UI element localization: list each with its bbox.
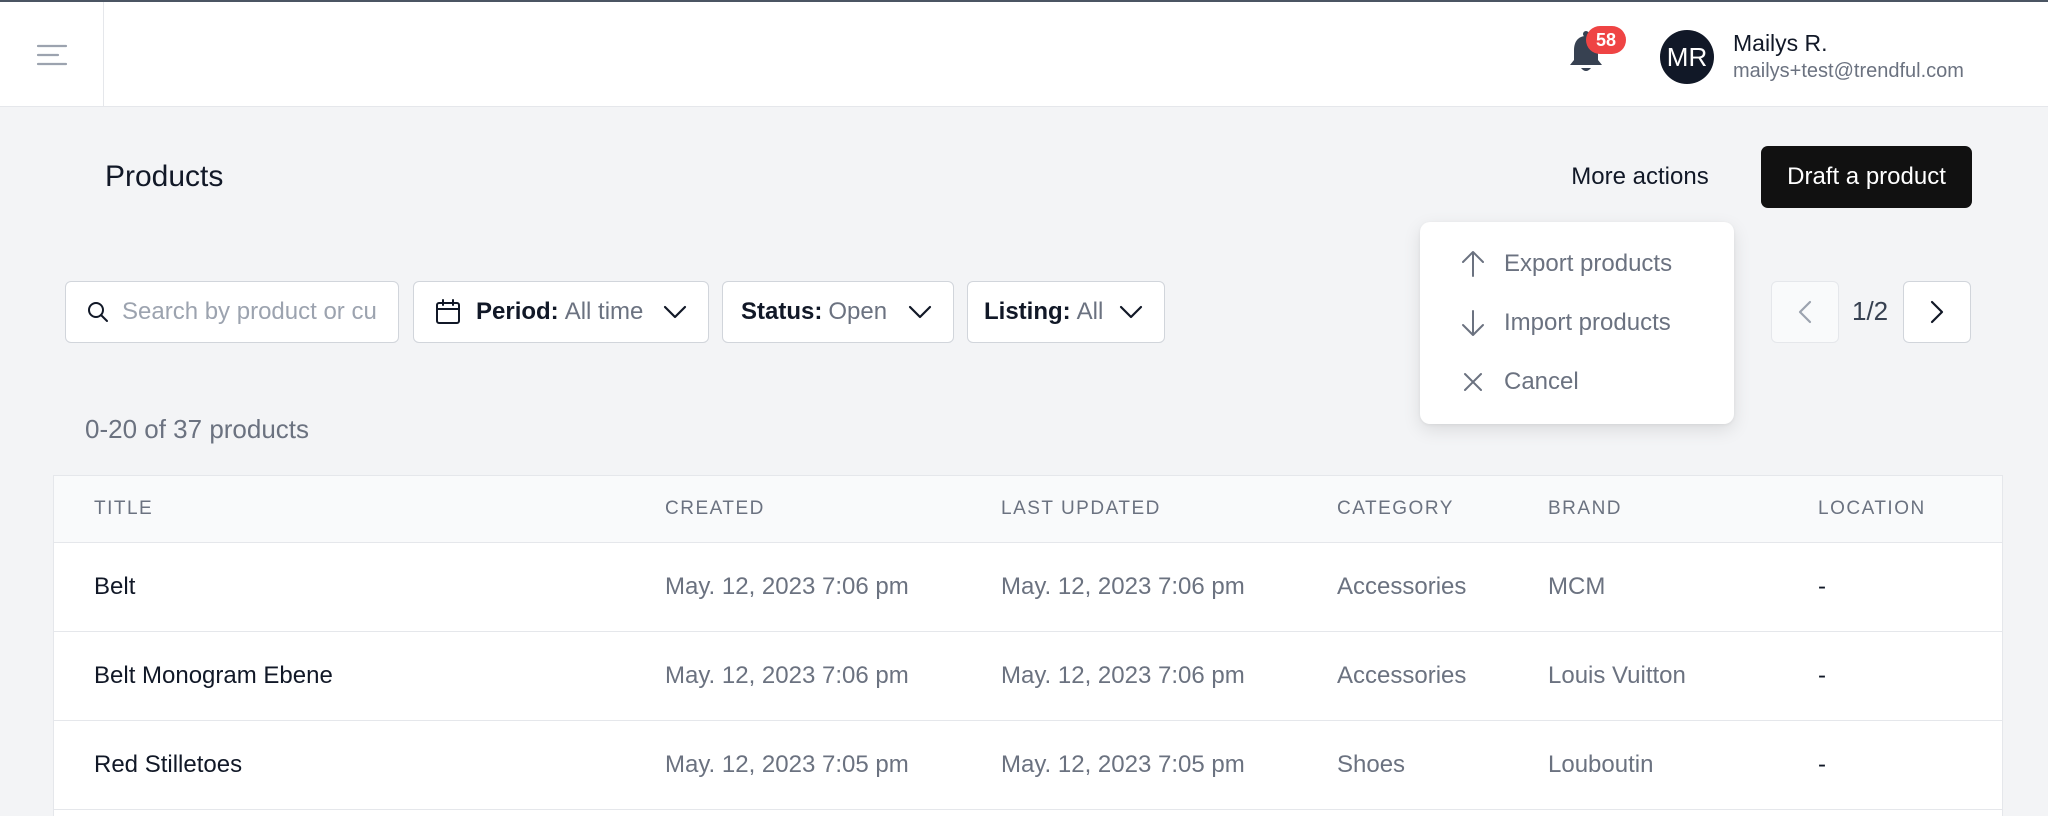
updated-date: May. 12, 2023 7:05 pm [1001, 751, 1245, 778]
more-actions-menu: Export products Import products Cancel [1420, 222, 1734, 424]
updated-date: May. 12, 2023 7:06 pm [1001, 573, 1245, 600]
search-field[interactable] [65, 281, 399, 343]
menu-item-label: Import products [1504, 309, 1671, 336]
brand: Louis Vuitton [1548, 662, 1686, 689]
category: Shoes [1337, 751, 1406, 778]
column-header-last-updated[interactable]: LAST UPDATED [1001, 498, 1161, 520]
brand: MCM [1548, 573, 1606, 600]
products-table: TITLE CREATED LAST UPDATED CATEGORY BRAN… [53, 475, 2003, 816]
created-date: May. 12, 2023 7:06 pm [665, 573, 909, 600]
period-filter-label: Period: [476, 298, 559, 325]
previous-page-button[interactable] [1771, 281, 1839, 343]
table-row[interactable]: Belt Monogram Ebene May. 12, 2023 7:06 p… [54, 632, 2002, 721]
next-page-button[interactable] [1903, 281, 1971, 343]
category: Accessories [1337, 662, 1467, 689]
close-icon [1464, 373, 1482, 391]
listing-filter[interactable]: Listing: All [967, 281, 1165, 343]
page-indicator: 1/2 [1852, 296, 1889, 326]
table-row[interactable]: Belt May. 12, 2023 7:06 pm May. 12, 2023… [54, 543, 2002, 632]
user-name: Mailys R. [1733, 30, 1828, 56]
search-icon [88, 302, 108, 322]
more-actions-button[interactable]: More actions [1552, 146, 1728, 208]
menu-item-export-products[interactable]: Export products [1420, 236, 1734, 292]
column-header-title[interactable]: TITLE [94, 498, 153, 520]
top-bar: 58 MR Mailys R. mailys+test@trendful.com [0, 0, 2048, 107]
avatar[interactable]: MR [1660, 30, 1714, 84]
period-filter-value: All time [564, 298, 644, 325]
updated-date: May. 12, 2023 7:06 pm [1001, 662, 1245, 689]
category: Accessories [1337, 573, 1467, 600]
results-count: 0-20 of 37 products [85, 414, 310, 444]
status-filter[interactable]: Status: Open [722, 281, 954, 343]
chevron-down-icon [662, 304, 688, 320]
location: - [1818, 751, 1826, 778]
created-date: May. 12, 2023 7:05 pm [665, 751, 909, 778]
status-filter-value: Open [828, 298, 888, 325]
user-email: mailys+test@trendful.com [1733, 60, 1964, 82]
menu-item-cancel[interactable]: Cancel [1420, 354, 1734, 410]
menu-icon [36, 44, 67, 65]
draft-product-button[interactable]: Draft a product [1761, 146, 1972, 208]
product-title[interactable]: Belt [94, 573, 135, 601]
sidebar-toggle-button[interactable] [0, 2, 104, 107]
listing-filter-label: Listing: [984, 298, 1071, 325]
column-header-brand[interactable]: BRAND [1548, 498, 1622, 520]
page-title: Products [105, 160, 224, 193]
search-input[interactable] [122, 298, 384, 326]
menu-item-import-products[interactable]: Import products [1420, 295, 1734, 351]
menu-item-label: Cancel [1504, 368, 1579, 395]
location: - [1818, 573, 1826, 600]
period-filter[interactable]: Period: All time [413, 281, 709, 343]
notifications-badge: 58 [1586, 26, 1626, 54]
chevron-down-icon [907, 304, 933, 320]
status-filter-label: Status: [741, 298, 823, 325]
chevron-down-icon [1118, 304, 1144, 320]
chevron-right-icon [1930, 300, 1944, 324]
column-header-location[interactable]: LOCATION [1818, 498, 1926, 520]
table-row[interactable]: Red Stilletoes May. 12, 2023 7:05 pm May… [54, 721, 2002, 810]
arrow-up-icon [1462, 251, 1484, 277]
menu-item-label: Export products [1504, 250, 1673, 277]
column-header-category[interactable]: CATEGORY [1337, 498, 1454, 520]
brand: Louboutin [1548, 751, 1654, 778]
table-header: TITLE CREATED LAST UPDATED CATEGORY BRAN… [54, 476, 2002, 543]
arrow-down-icon [1462, 310, 1484, 336]
product-title[interactable]: Red Stilletoes [94, 751, 242, 779]
chevron-left-icon [1798, 300, 1812, 324]
created-date: May. 12, 2023 7:06 pm [665, 662, 909, 689]
column-header-created[interactable]: CREATED [665, 498, 765, 520]
product-title[interactable]: Belt Monogram Ebene [94, 662, 333, 690]
listing-filter-value: All [1076, 298, 1104, 325]
calendar-icon [436, 299, 460, 324]
location: - [1818, 662, 1826, 689]
